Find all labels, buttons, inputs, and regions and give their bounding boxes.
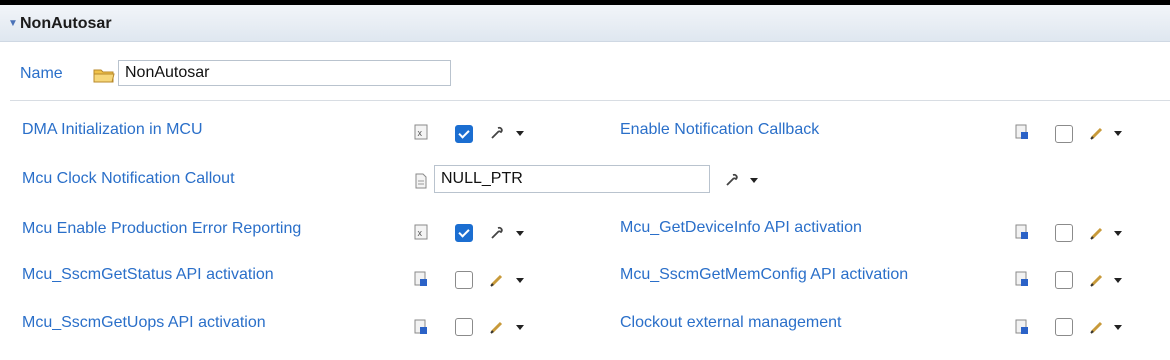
calc-tool-icon[interactable] [490,226,504,240]
param-enable-notification-checkbox[interactable] [1055,125,1073,143]
svg-text:x: x [418,128,423,138]
user-value-icon [1015,271,1028,286]
pencil-icon[interactable] [1090,273,1104,287]
chevron-down-icon[interactable] [516,325,524,330]
chevron-down-icon[interactable] [1114,325,1122,330]
param-sscmgetmemconfig-checkbox[interactable] [1055,271,1073,289]
chevron-down-icon[interactable] [516,131,524,136]
param-clockout-checkbox[interactable] [1055,318,1073,336]
collapse-toggle-icon[interactable]: ▼ [8,18,18,29]
pencil-icon[interactable] [1090,320,1104,334]
user-value-icon [414,319,427,334]
param-production-error-label[interactable]: Mcu Enable Production Error Reporting [22,220,301,238]
chevron-down-icon[interactable] [750,178,758,183]
chevron-down-icon[interactable] [1114,131,1122,136]
param-clockout-label[interactable]: Clockout external management [620,314,841,332]
param-production-error-checkbox[interactable] [455,224,473,242]
param-getdeviceinfo-label[interactable]: Mcu_GetDeviceInfo API activation [620,219,862,237]
document-icon [415,173,427,189]
param-sscmgetstatus-checkbox[interactable] [455,271,473,289]
param-getdeviceinfo-checkbox[interactable] [1055,224,1073,242]
user-value-icon [414,271,427,286]
calc-value-icon: x [414,224,428,240]
folder-icon[interactable] [93,66,115,84]
section-title: NonAutosar [20,15,112,32]
calc-tool-icon[interactable] [490,126,504,140]
param-sscmgetstatus-label[interactable]: Mcu_SscmGetStatus API activation [22,266,274,284]
name-input[interactable] [118,60,451,86]
calc-value-icon: x [414,124,428,140]
param-sscmgetuops-label[interactable]: Mcu_SscmGetUops API activation [22,314,266,332]
user-value-icon [1015,224,1028,239]
param-dma-init-checkbox[interactable] [455,125,473,143]
chevron-down-icon[interactable] [516,278,524,283]
svg-text:x: x [418,228,423,238]
pencil-icon[interactable] [490,273,504,287]
pencil-icon[interactable] [1090,226,1104,240]
user-value-icon [1015,124,1028,139]
param-dma-init-label[interactable]: DMA Initialization in MCU [22,121,203,139]
param-clock-notification-label[interactable]: Mcu Clock Notification Callout [22,170,235,188]
chevron-down-icon[interactable] [516,231,524,236]
param-enable-notification-label[interactable]: Enable Notification Callback [620,121,819,139]
chevron-down-icon[interactable] [1114,231,1122,236]
user-value-icon [1015,319,1028,334]
divider [10,100,1170,101]
section-header[interactable]: ▼ NonAutosar [0,5,1170,42]
chevron-down-icon[interactable] [1114,278,1122,283]
name-label: Name [20,65,63,82]
pencil-icon[interactable] [490,320,504,334]
param-sscmgetuops-checkbox[interactable] [455,318,473,336]
param-clock-notification-input[interactable]: NULL_PTR [434,165,710,193]
pencil-icon[interactable] [1090,126,1104,140]
calc-tool-icon[interactable] [725,173,739,187]
param-sscmgetmemconfig-label[interactable]: Mcu_SscmGetMemConfig API activation [620,266,908,284]
